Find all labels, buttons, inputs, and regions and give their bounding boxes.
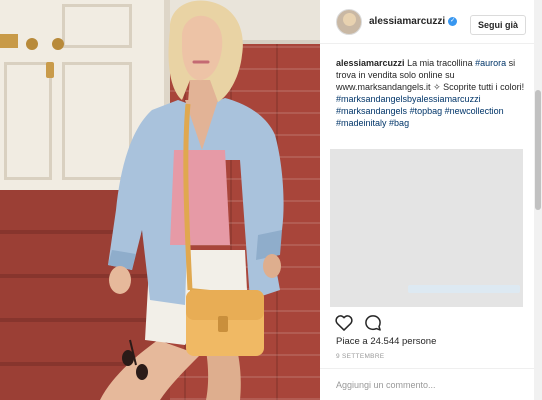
hashtag-link[interactable]: #bag — [389, 118, 409, 128]
woman-figure — [100, 0, 284, 400]
hashtag-link[interactable]: #topbag — [410, 106, 443, 116]
door-knob — [26, 38, 38, 50]
post-caption: alessiamarcuzzi La mia tracollina #auror… — [336, 57, 532, 129]
avatar[interactable] — [336, 8, 362, 35]
scrollbar-thumb[interactable] — [535, 90, 541, 210]
comment-box — [320, 368, 534, 400]
caption-username[interactable]: alessiamarcuzzi — [336, 58, 405, 68]
hashtag-aurora[interactable]: #aurora — [475, 58, 506, 68]
comment-input[interactable] — [336, 378, 522, 392]
post-date[interactable]: 9 SETTEMBRE — [336, 353, 384, 360]
heart-icon[interactable] — [334, 313, 354, 333]
caption-text: La mia tracollina — [407, 58, 473, 68]
username[interactable]: alessiamarcuzzi — [369, 16, 445, 27]
embed-placeholder — [330, 149, 523, 307]
post-actions — [334, 313, 383, 333]
embed-link-placeholder[interactable] — [408, 285, 520, 293]
follow-button[interactable]: Segui già — [469, 15, 526, 35]
caption-link: www.marksandangels.it — [336, 82, 431, 92]
likes-count[interactable]: Piace a 24.544 persone — [336, 336, 436, 347]
door-plate — [0, 34, 18, 48]
post-side-panel: alessiamarcuzzi ✓ Segui già alessiamarcu… — [320, 0, 542, 400]
door-knob — [52, 38, 64, 50]
hashtag-link[interactable]: #marksandangels — [336, 106, 407, 116]
comment-bubble-icon[interactable] — [363, 313, 383, 333]
post-photo[interactable] — [0, 0, 320, 400]
door-left-panel — [4, 62, 52, 180]
door-latch — [46, 62, 54, 78]
hashtag-link[interactable]: #madeinitaly — [336, 118, 387, 128]
post-header: alessiamarcuzzi ✓ Segui già — [320, 0, 534, 44]
hashtag-link[interactable]: #newcollection — [445, 106, 504, 116]
hashtag-link[interactable]: #marksandangelsbyalessiamarcuzzi — [336, 94, 481, 104]
caption-text-3: ✧ Scoprite tutti i colori! — [433, 82, 525, 92]
verified-badge-icon: ✓ — [448, 17, 458, 26]
scrollbar[interactable] — [534, 0, 542, 400]
